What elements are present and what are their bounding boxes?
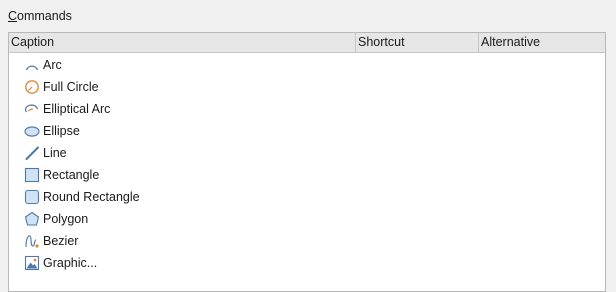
command-row-elliptical-arc[interactable]: Elliptical Arc [9, 98, 605, 120]
ellipse-icon [24, 123, 40, 139]
command-row-rectangle[interactable]: Rectangle [9, 164, 605, 186]
elliptical-arc-icon [24, 101, 40, 117]
commands-label-mnemonic: C [8, 9, 18, 23]
commands-label-rest: ommands [17, 9, 72, 23]
full-circle-icon [24, 79, 40, 95]
commands-group-label: Commands [8, 9, 72, 23]
column-header-alternative[interactable]: Alternative [478, 33, 605, 52]
command-row-arc[interactable]: Arc [9, 54, 605, 76]
rectangle-icon [24, 167, 40, 183]
arc-icon [24, 57, 40, 73]
command-row-round-rectangle[interactable]: Round Rectangle [9, 186, 605, 208]
column-header-shortcut[interactable]: Shortcut [355, 33, 478, 52]
command-caption: Bezier [43, 234, 79, 248]
line-icon [24, 145, 40, 161]
command-rows: Arc Full Circle Elliptical Arc Ellipse L… [9, 54, 605, 274]
command-caption: Rectangle [43, 168, 100, 182]
command-caption: Ellipse [43, 124, 80, 138]
command-caption: Elliptical Arc [43, 102, 111, 116]
command-row-line[interactable]: Line [9, 142, 605, 164]
command-caption: Round Rectangle [43, 190, 140, 204]
command-row-bezier[interactable]: Bezier [9, 230, 605, 252]
graphic-icon [24, 255, 40, 271]
list-header: Caption Shortcut Alternative [9, 33, 605, 53]
bezier-icon [24, 233, 40, 249]
commands-list[interactable]: Caption Shortcut Alternative Arc Full Ci… [8, 32, 606, 292]
polygon-icon [24, 211, 40, 227]
command-caption: Graphic... [43, 256, 98, 270]
command-caption: Line [43, 146, 67, 160]
round-rectangle-icon [24, 189, 40, 205]
command-row-ellipse[interactable]: Ellipse [9, 120, 605, 142]
command-caption: Polygon [43, 212, 89, 226]
command-row-full-circle[interactable]: Full Circle [9, 76, 605, 98]
command-row-graphic[interactable]: Graphic... [9, 252, 605, 274]
command-caption: Arc [43, 58, 62, 72]
column-header-caption[interactable]: Caption [9, 33, 355, 52]
command-row-polygon[interactable]: Polygon [9, 208, 605, 230]
command-caption: Full Circle [43, 80, 99, 94]
